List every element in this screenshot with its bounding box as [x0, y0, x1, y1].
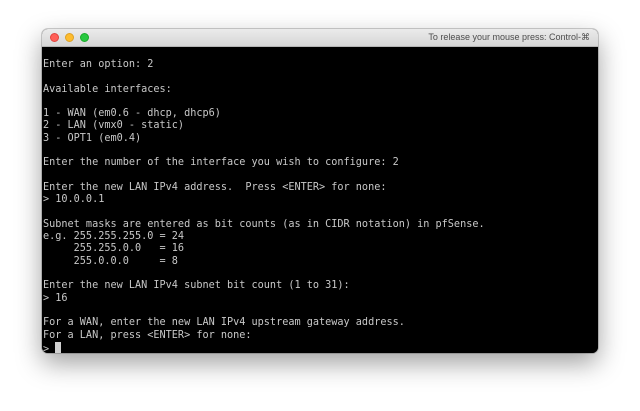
- terminal-console[interactable]: Enter an option: 2 Available interfaces:…: [42, 47, 598, 353]
- console-line: Enter the number of the interface you wi…: [43, 157, 399, 169]
- console-input-line[interactable]: >: [43, 341, 598, 353]
- console-line: 255.255.0.0 = 16: [43, 243, 185, 255]
- console-line: For a WAN, enter the new LAN IPv4 upstre…: [43, 317, 405, 329]
- console-line: e.g. 255.255.255.0 = 24: [43, 231, 185, 243]
- console-line: For a LAN, press <ENTER> for none:: [43, 329, 252, 341]
- vm-console-window: To release your mouse press: Control-⌘ E…: [42, 29, 598, 353]
- zoom-window-button[interactable]: [80, 33, 89, 42]
- console-line: 2 - LAN (vmx0 - static): [43, 120, 185, 132]
- console-line: > 10.0.0.1: [43, 194, 105, 206]
- minimize-window-button[interactable]: [65, 33, 74, 42]
- console-line: 1 - WAN (em0.6 - dhcp, dhcp6): [43, 108, 221, 120]
- console-line: Subnet masks are entered as bit counts (…: [43, 218, 485, 230]
- console-line: > 16: [43, 292, 68, 304]
- close-window-button[interactable]: [50, 33, 59, 42]
- console-line: Enter the new LAN IPv4 address. Press <E…: [43, 181, 387, 193]
- input-prompt: >: [43, 343, 56, 353]
- title-bar[interactable]: To release your mouse press: Control-⌘: [42, 29, 598, 47]
- mouse-release-hint: To release your mouse press: Control-⌘: [428, 32, 590, 42]
- console-line: 3 - OPT1 (em0.4): [43, 132, 142, 144]
- console-line: Enter an option: 2: [43, 59, 154, 70]
- console-line: Enter the new LAN IPv4 subnet bit count …: [43, 280, 350, 292]
- console-line: Available interfaces:: [43, 83, 172, 95]
- text-cursor: [55, 341, 62, 353]
- console-line: 255.0.0.0 = 8: [43, 255, 178, 267]
